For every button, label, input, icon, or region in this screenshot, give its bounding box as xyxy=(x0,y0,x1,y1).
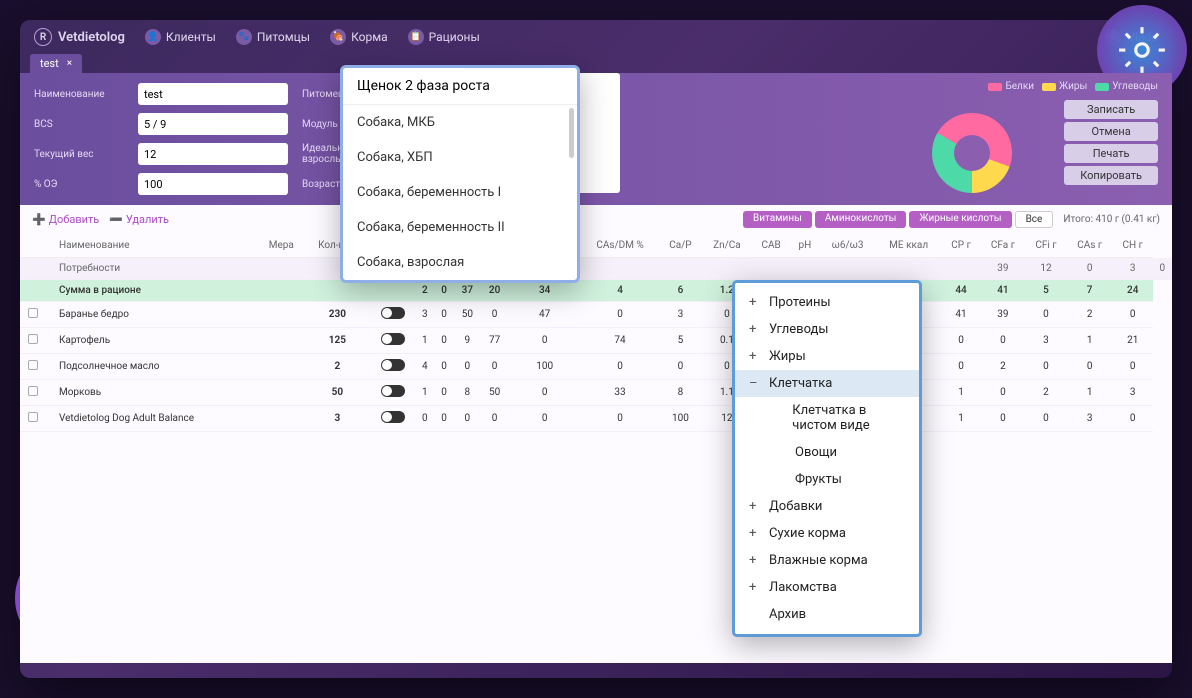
table-toolbar: ➕Добавить ➖Удалить ВитаминыАминокислотыЖ… xyxy=(20,205,1172,234)
weight-label: Текущий вес xyxy=(34,149,124,160)
column-header: Наименование xyxy=(51,234,258,258)
delete-button[interactable]: ➖Удалить xyxy=(109,213,169,226)
dropdown-item[interactable]: Собака, ХБП xyxy=(343,140,577,175)
column-header: CFi г xyxy=(1025,234,1066,258)
save-button[interactable]: Записать xyxy=(1064,100,1158,119)
column-header: CAB xyxy=(752,234,790,258)
name-label: Наименование xyxy=(34,89,124,100)
nav-rations[interactable]: 📋Рационы xyxy=(408,29,480,45)
action-buttons: Записать Отмена Печать Копировать xyxy=(1064,100,1158,185)
tree-item[interactable]: Фрукты xyxy=(735,466,919,493)
column-header: МЕ ккал xyxy=(876,234,942,258)
ingredients-table: НаименованиеМераКол-во гВклCFi/DM %CAs/D… xyxy=(20,234,1172,432)
column-header: Ca/P xyxy=(659,234,702,258)
category-tree[interactable]: +Протеины+Углеводы+Жиры–КлетчаткаКлетчат… xyxy=(732,280,922,637)
tree-item[interactable]: Клетчатка в чистом виде xyxy=(735,397,919,439)
app-window: R Vetdietolog 👤Клиенты 🐾Питомцы 🍖Корма 📋… xyxy=(20,20,1172,678)
copy-button[interactable]: Копировать xyxy=(1064,166,1158,185)
app-name: Vetdietolog xyxy=(58,30,125,45)
logo[interactable]: R Vetdietolog xyxy=(34,28,125,46)
cancel-button[interactable]: Отмена xyxy=(1064,122,1158,141)
minus-icon: ➖ xyxy=(109,213,123,226)
fat-swatch xyxy=(1042,83,1056,91)
tree-item[interactable]: Архив xyxy=(735,601,919,628)
tree-item[interactable]: +Жиры xyxy=(735,343,919,370)
form-panel: Наименование Питомец BCS Модуль Текущий … xyxy=(20,73,1172,205)
column-header: CH г xyxy=(1113,234,1153,258)
print-button[interactable]: Печать xyxy=(1064,144,1158,163)
tree-item[interactable]: +Протеины xyxy=(735,289,919,316)
nav-food[interactable]: 🍖Корма xyxy=(330,29,388,45)
column-header: ω6/ω3 xyxy=(820,234,876,258)
pill[interactable]: Витамины xyxy=(743,211,812,228)
logo-icon: R xyxy=(34,28,52,46)
right-panel: Белки Жиры Углеводы Записать Отмена Печа… xyxy=(988,81,1158,185)
tab-strip: test × xyxy=(20,54,1172,73)
nav-clients[interactable]: 👤Клиенты xyxy=(145,29,216,45)
pill[interactable]: Аминокислоты xyxy=(815,211,907,228)
dropdown-selected[interactable]: Щенок 2 фаза роста xyxy=(343,68,577,105)
close-icon[interactable]: × xyxy=(67,58,72,69)
column-header xyxy=(20,234,51,258)
bcs-label: BCS xyxy=(34,119,124,130)
column-header: Мера xyxy=(258,234,305,258)
protein-swatch xyxy=(988,83,1002,91)
column-header: CP г xyxy=(942,234,981,258)
name-input[interactable] xyxy=(138,83,288,105)
dropdown-item[interactable]: Собака, беременность II xyxy=(343,210,577,245)
table-area: ➕Добавить ➖Удалить ВитаминыАминокислотыЖ… xyxy=(20,205,1172,663)
weight-input[interactable] xyxy=(138,143,288,165)
pill[interactable]: Жирные кислоты xyxy=(909,211,1011,228)
tree-item[interactable]: Овощи xyxy=(735,439,919,466)
oe-label: % ОЭ xyxy=(34,179,124,190)
column-header: CFa г xyxy=(980,234,1025,258)
topbar: R Vetdietolog 👤Клиенты 🐾Питомцы 🍖Корма 📋… xyxy=(20,20,1172,54)
module-dropdown[interactable]: Щенок 2 фаза роста Собака, МКБСобака, ХБ… xyxy=(340,65,580,283)
dropdown-item[interactable]: Собака, взрослая xyxy=(343,245,577,280)
rations-icon: 📋 xyxy=(408,29,424,45)
tab-test[interactable]: test × xyxy=(30,54,82,73)
pets-icon: 🐾 xyxy=(236,29,252,45)
nav-pets[interactable]: 🐾Питомцы xyxy=(236,29,310,45)
tree-item[interactable]: –Клетчатка xyxy=(735,370,919,397)
filter-pills: ВитаминыАминокислотыЖирные кислотыВсе xyxy=(743,211,1053,228)
legend: Белки Жиры Углеводы xyxy=(988,81,1158,92)
column-header: CAs/DM % xyxy=(581,234,659,258)
bcs-input[interactable] xyxy=(138,113,288,135)
tree-item[interactable]: +Сухие корма xyxy=(735,520,919,547)
clients-icon: 👤 xyxy=(145,29,161,45)
tree-item[interactable]: +Влажные корма xyxy=(735,547,919,574)
column-header: Zn/Ca xyxy=(702,234,752,258)
column-header: CAs г xyxy=(1066,234,1112,258)
add-button[interactable]: ➕Добавить xyxy=(32,213,99,226)
dropdown-item[interactable]: Собака, беременность I xyxy=(343,175,577,210)
oe-input[interactable] xyxy=(138,173,288,195)
food-icon: 🍖 xyxy=(330,29,346,45)
pill-all[interactable]: Все xyxy=(1015,211,1054,228)
scrollbar[interactable] xyxy=(569,108,574,158)
column-header: pH xyxy=(790,234,819,258)
carb-swatch xyxy=(1095,83,1109,91)
plus-icon: ➕ xyxy=(32,213,46,226)
tree-item[interactable]: +Добавки xyxy=(735,493,919,520)
total-label: Итого: 410 г (0.41 кг) xyxy=(1063,214,1160,225)
dropdown-item[interactable]: Собака, МКБ xyxy=(343,105,577,140)
tree-item[interactable]: +Углеводы xyxy=(735,316,919,343)
tree-item[interactable]: +Лакомства xyxy=(735,574,919,601)
